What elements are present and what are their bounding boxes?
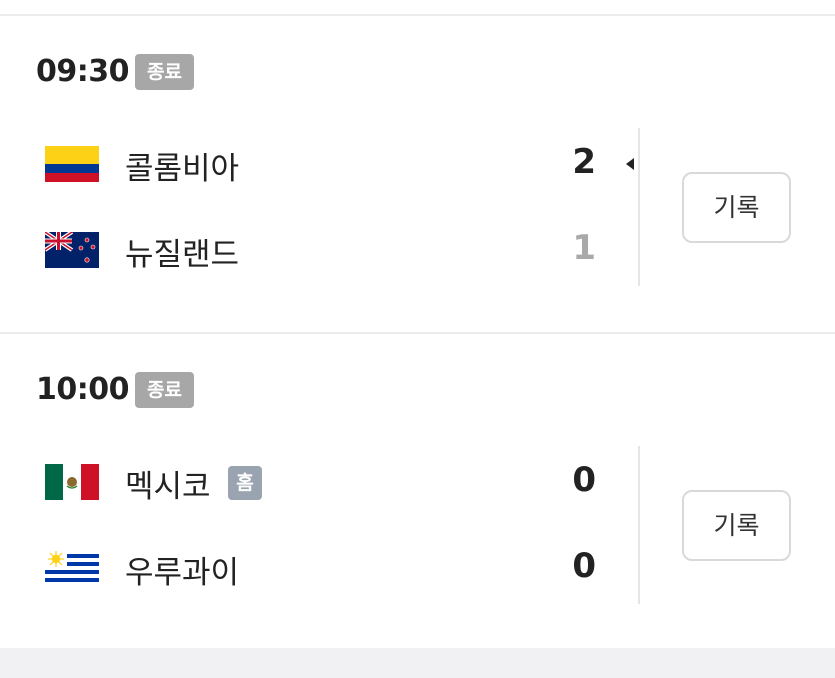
status-badge: 종료 <box>135 372 194 408</box>
team-name: 뉴질랜드 <box>125 237 240 273</box>
winner-arrow-icon <box>626 158 634 170</box>
record-button[interactable]: 기록 <box>682 172 791 243</box>
match-card: 10:00 종료 멕시코 홈 0 우루과이 0 기록 <box>0 334 835 648</box>
score-divider <box>638 446 640 604</box>
mexico-flag-icon <box>45 464 99 500</box>
uruguay-flag-icon <box>45 550 99 586</box>
match-time: 10:00 <box>36 372 130 407</box>
new-zealand-flag-icon <box>45 232 99 268</box>
bottom-spacer <box>0 648 835 678</box>
match-time: 09:30 <box>36 54 130 89</box>
team-score: 0 <box>572 460 596 500</box>
status-badge: 종료 <box>135 54 194 90</box>
team-name: 콜롬비아 <box>125 151 240 187</box>
team-score: 2 <box>572 142 596 182</box>
colombia-flag-icon <box>45 146 99 182</box>
match-card: 09:30 종료 콜롬비아 2 뉴질랜드 1 기록 <box>0 16 835 332</box>
record-button[interactable]: 기록 <box>682 490 791 561</box>
home-badge: 홈 <box>228 466 262 500</box>
team-name: 멕시코 <box>125 469 211 505</box>
team-name: 우루과이 <box>125 555 240 591</box>
score-divider <box>638 128 640 286</box>
team-score: 1 <box>572 228 596 268</box>
team-score: 0 <box>572 546 596 586</box>
